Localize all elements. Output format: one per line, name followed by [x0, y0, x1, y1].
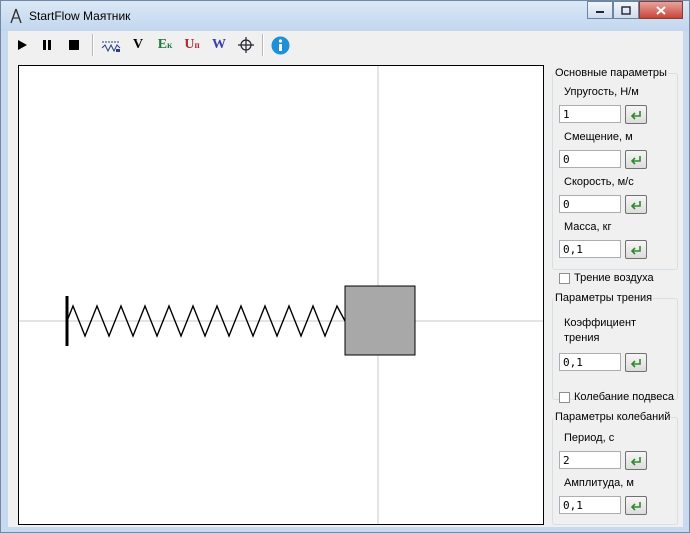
simulation-canvas[interactable] [18, 65, 544, 525]
oscillation-params-title: Параметры колебаний [554, 411, 672, 423]
toolbar: V Eк Uп W [8, 31, 683, 59]
enter-icon [630, 200, 641, 210]
friction-params-title: Параметры трения [554, 292, 654, 304]
info-icon [271, 36, 289, 54]
play-icon [18, 40, 27, 50]
speed-label: Скорость, м/с [564, 176, 634, 188]
maximize-button[interactable] [613, 1, 639, 19]
friction-params-group [552, 298, 678, 400]
kinetic-energy-icon: Eк [158, 37, 173, 53]
friction-coef-label-1: Коэффициент [564, 317, 637, 329]
minimize-button[interactable] [587, 1, 613, 19]
period-input[interactable]: 2 [559, 451, 621, 469]
amplitude-label: Амплитуда, м [564, 477, 634, 489]
elasticity-apply-button[interactable] [625, 105, 647, 124]
friction-coef-label-2: трения [564, 332, 600, 344]
potential-energy-letter: U [184, 37, 195, 52]
period-apply-button[interactable] [625, 451, 647, 470]
pendulum-scene [19, 66, 543, 524]
maximize-icon [621, 5, 631, 15]
window-title: StartFlow Маятник [29, 9, 131, 23]
work-button[interactable]: W [208, 34, 230, 56]
spring-toggle-button[interactable] [100, 34, 122, 56]
main-params-title: Основные параметры [554, 67, 668, 79]
elasticity-label: Упругость, Н/м [564, 86, 639, 98]
period-label: Период, с [564, 432, 615, 444]
kinetic-energy-subscript: к [167, 40, 173, 50]
toolbar-separator [262, 34, 264, 56]
mass-input[interactable]: 0,1 [559, 240, 621, 258]
stop-button[interactable] [63, 34, 85, 56]
potential-energy-button[interactable]: Uп [181, 34, 203, 56]
client-area: V Eк Uп W Основные параметры Упругость, … [8, 31, 683, 527]
amplitude-input[interactable]: 0,1 [559, 496, 621, 514]
pendulum-app-icon [10, 8, 22, 24]
mass-block[interactable] [344, 285, 416, 356]
play-button[interactable] [11, 34, 33, 56]
spring-displacement-icon [101, 41, 121, 53]
velocity-button[interactable]: V [127, 34, 149, 56]
enter-icon [630, 501, 641, 511]
potential-energy-icon: Uп [184, 37, 199, 53]
close-button[interactable] [639, 1, 683, 19]
pause-button[interactable] [36, 34, 58, 56]
mass-label: Масса, кг [564, 221, 612, 233]
app-window: StartFlow Маятник V Eк Uп W Основные пар… [0, 0, 690, 533]
air-friction-label: Трение воздуха [574, 272, 654, 284]
amplitude-apply-button[interactable] [625, 496, 647, 515]
close-icon [656, 5, 666, 15]
displacement-input[interactable]: 0 [559, 150, 621, 168]
elasticity-input[interactable]: 1 [559, 105, 621, 123]
enter-icon [630, 358, 641, 368]
minimize-icon [596, 11, 604, 13]
air-friction-checkbox[interactable] [559, 273, 570, 284]
enter-icon [630, 456, 641, 466]
window-controls [587, 1, 683, 21]
friction-coef-input[interactable]: 0,1 [559, 353, 621, 371]
toolbar-separator [92, 34, 94, 56]
stop-icon [69, 40, 79, 50]
work-icon: W [212, 37, 226, 52]
mass-apply-button[interactable] [625, 240, 647, 259]
suspension-oscillation-label: Колебание подвеса [574, 391, 674, 403]
crosshair-button[interactable] [235, 34, 257, 56]
kinetic-energy-button[interactable]: Eк [154, 34, 176, 56]
potential-energy-subscript: п [194, 40, 200, 50]
info-button[interactable] [269, 34, 291, 56]
displacement-label: Смещение, м [564, 131, 633, 143]
enter-icon [630, 245, 641, 255]
friction-coef-apply-button[interactable] [625, 353, 647, 372]
crosshair-icon [238, 37, 254, 53]
displacement-apply-button[interactable] [625, 150, 647, 169]
speed-apply-button[interactable] [625, 195, 647, 214]
title-bar: StartFlow Маятник [1, 1, 689, 31]
pause-icon [43, 40, 51, 50]
suspension-oscillation-checkbox[interactable] [559, 392, 570, 403]
parameters-panel: Основные параметры Упругость, Н/м 1 Смещ… [552, 65, 678, 525]
speed-input[interactable]: 0 [559, 195, 621, 213]
velocity-icon: V [132, 37, 144, 52]
kinetic-energy-letter: E [157, 37, 168, 52]
enter-icon [630, 110, 641, 120]
enter-icon [630, 155, 641, 165]
